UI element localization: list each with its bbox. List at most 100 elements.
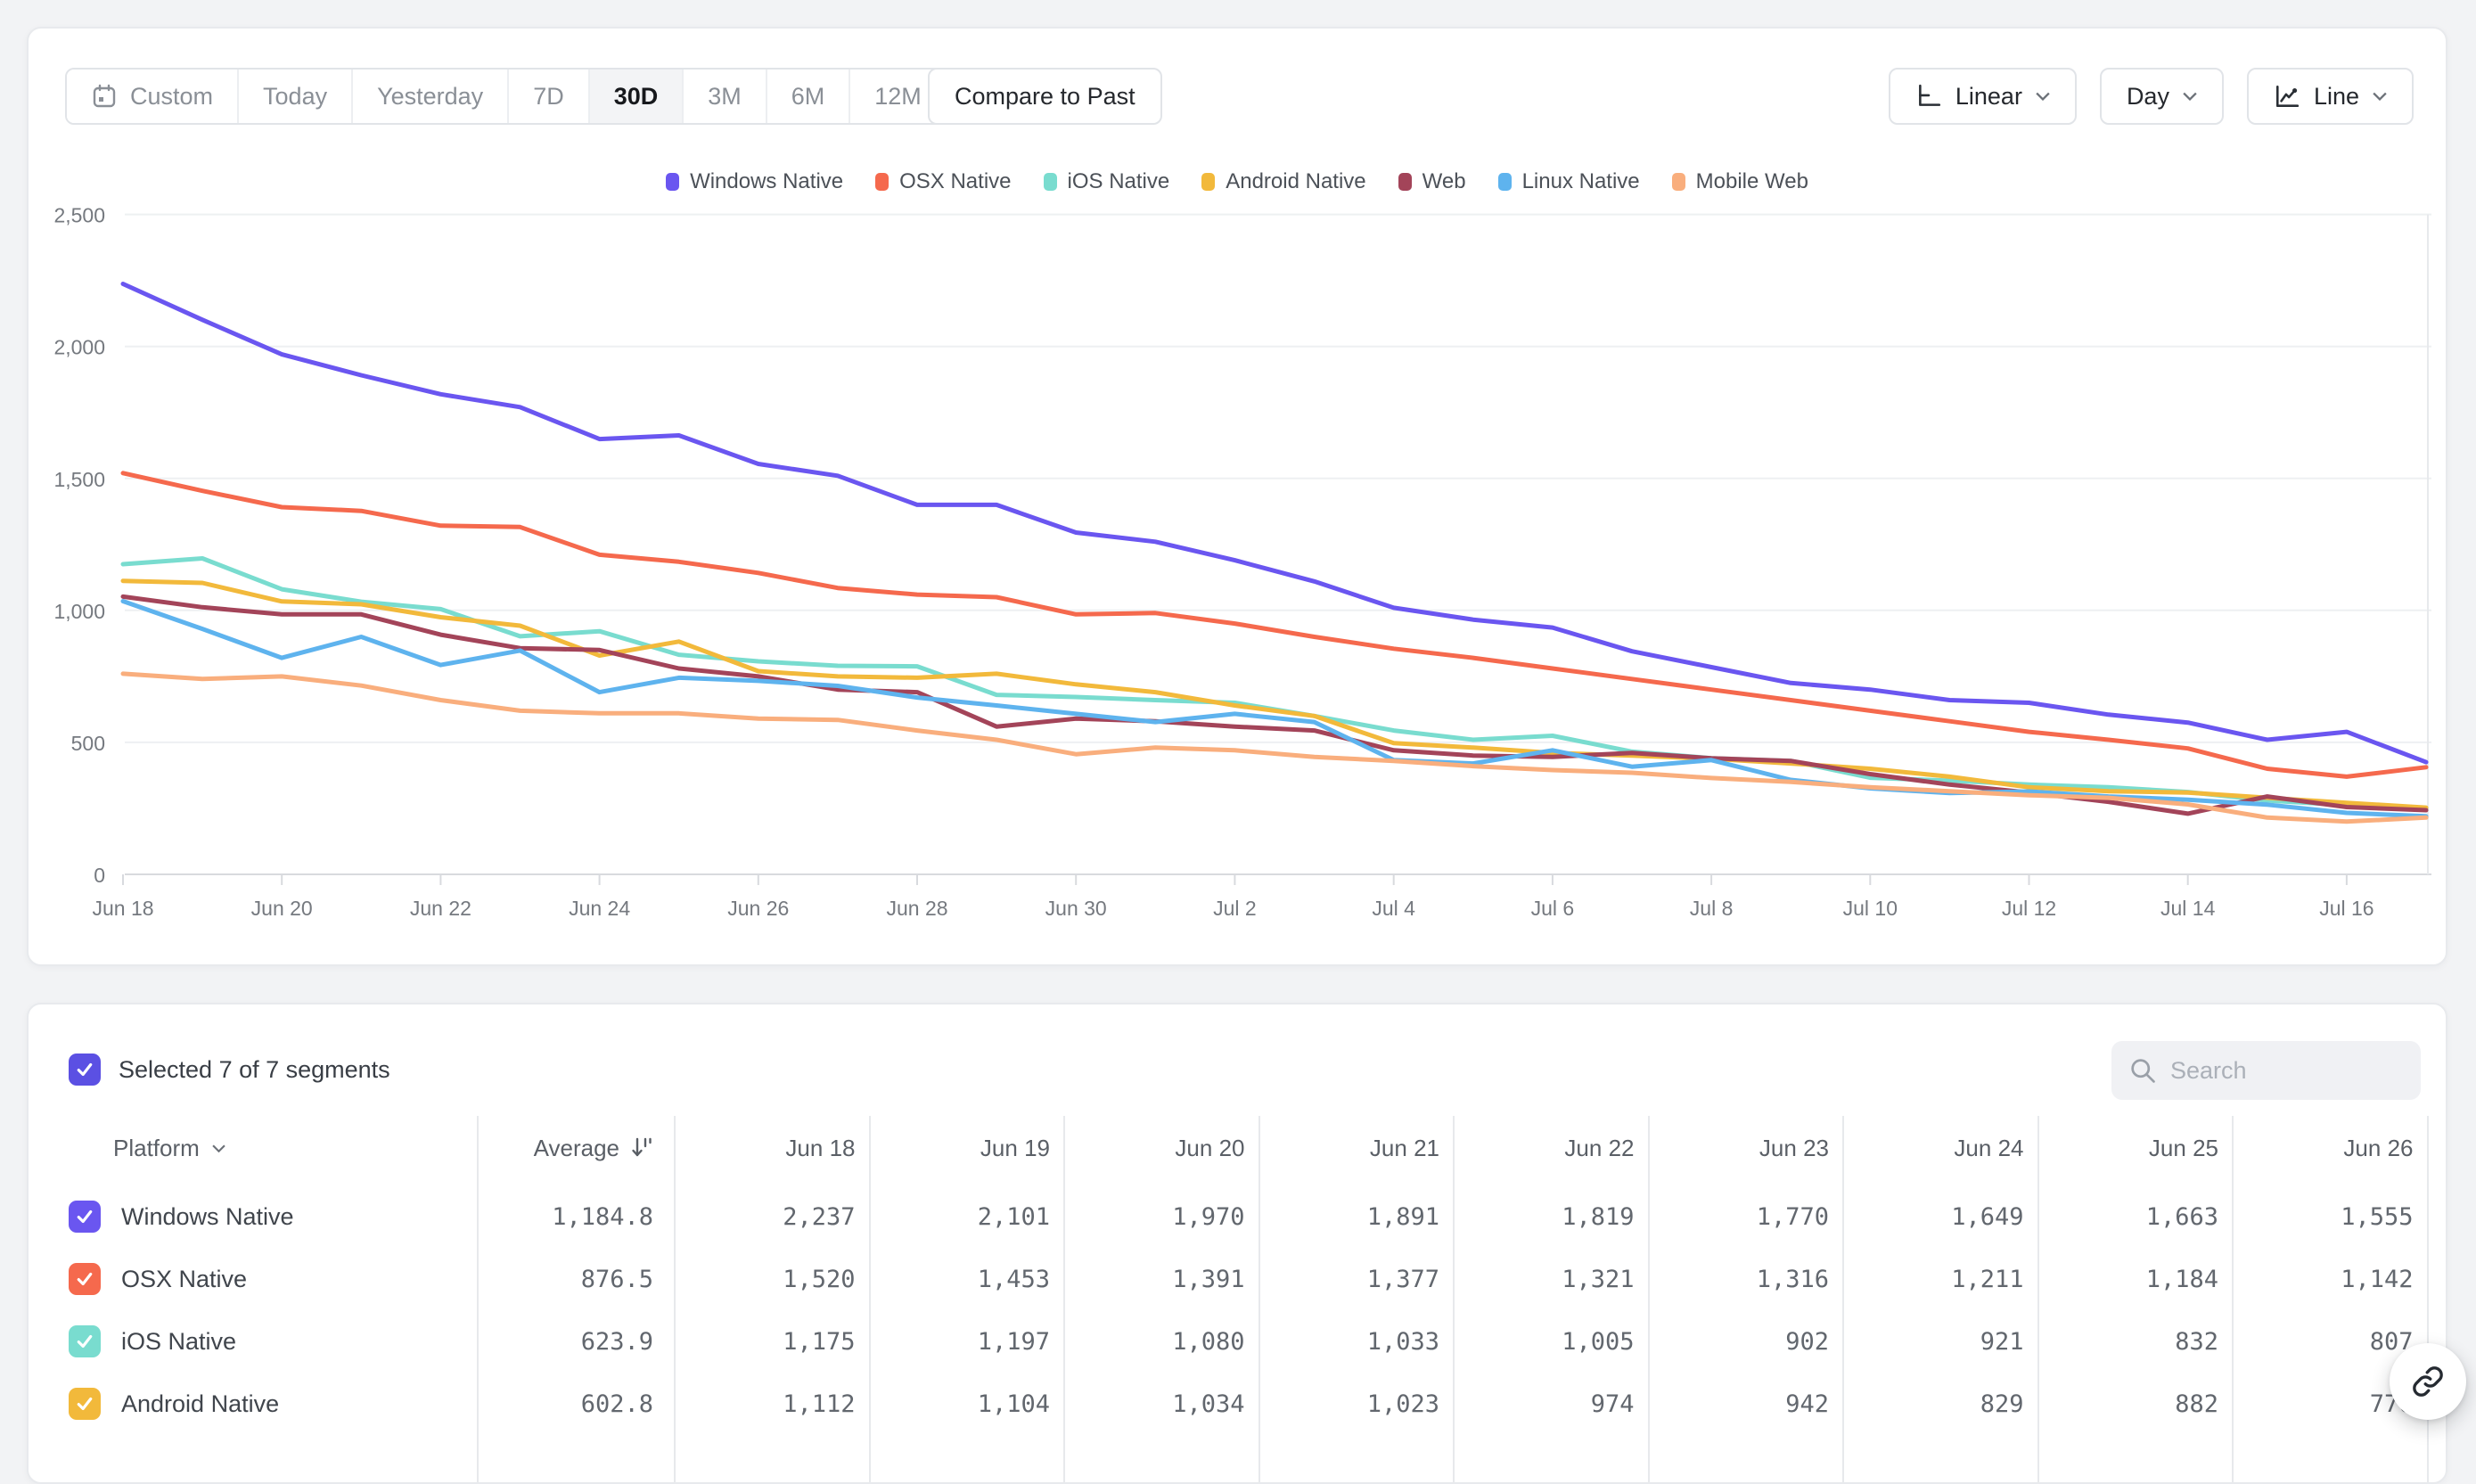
legend-item-osx-native[interactable]: OSX Native — [875, 169, 1011, 194]
date-column-header-jun-20[interactable]: Jun 20 — [1064, 1116, 1245, 1180]
platform-label: Android Native — [121, 1390, 279, 1418]
row-checkbox-android-native[interactable] — [69, 1388, 101, 1420]
share-link-fab[interactable] — [2390, 1343, 2466, 1420]
date-range-group: CustomTodayYesterday7D30D3M6M12M — [65, 68, 947, 125]
scale-dropdown[interactable]: Linear — [1889, 68, 2077, 125]
legend-item-android-native[interactable]: Android Native — [1201, 169, 1365, 194]
legend-item-linux-native[interactable]: Linux Native — [1498, 169, 1640, 194]
platform-header-label: Platform — [113, 1135, 200, 1162]
date-column-header-jun-21[interactable]: Jun 21 — [1259, 1116, 1440, 1180]
column-divider — [2427, 1116, 2429, 1482]
row-checkbox-windows-native[interactable] — [69, 1201, 101, 1233]
platform-label: OSX Native — [121, 1266, 247, 1293]
column-divider — [674, 1116, 676, 1482]
range-button-30d[interactable]: 30D — [588, 70, 683, 123]
date-column-header-jun-23[interactable]: Jun 23 — [1649, 1116, 1830, 1180]
date-value: 1,080 — [1064, 1310, 1245, 1373]
date-column-header-jun-26[interactable]: Jun 26 — [2233, 1116, 2414, 1180]
table-row-ios-native[interactable]: iOS Native623.91,1751,1971,0801,0331,005… — [29, 1310, 2446, 1373]
check-icon — [75, 1394, 94, 1414]
calendar-icon — [91, 83, 118, 110]
platform-column-header[interactable]: Platform — [113, 1116, 225, 1180]
granularity-label: Day — [2127, 83, 2169, 111]
legend-swatch — [1498, 173, 1512, 191]
date-value: 1,819 — [1454, 1185, 1635, 1248]
range-button-today[interactable]: Today — [237, 70, 351, 123]
range-label: 7D — [533, 83, 564, 111]
legend-label: Mobile Web — [1696, 169, 1808, 194]
range-label: Today — [263, 83, 327, 111]
segments-summary-label: Selected 7 of 7 segments — [119, 1056, 390, 1084]
date-value: 829 — [1843, 1373, 2024, 1435]
legend-label: iOS Native — [1068, 169, 1170, 194]
x-axis-tick-label: Jul 10 — [1843, 897, 1898, 920]
legend-item-ios-native[interactable]: iOS Native — [1044, 169, 1170, 194]
legend-item-mobile-web[interactable]: Mobile Web — [1672, 169, 1808, 194]
range-button-6m[interactable]: 6M — [766, 70, 849, 123]
average-header-label: Average — [534, 1135, 619, 1162]
chart-type-dropdown[interactable]: Line — [2247, 68, 2414, 125]
date-value: 1,649 — [1843, 1185, 2024, 1248]
legend-item-web[interactable]: Web — [1398, 169, 1466, 194]
search-input[interactable] — [2111, 1041, 2421, 1100]
chevron-down-icon — [2036, 92, 2050, 101]
range-button-7d[interactable]: 7D — [507, 70, 588, 123]
column-divider — [2232, 1116, 2234, 1482]
chart-controls: Linear Day Line — [1889, 68, 2414, 125]
platform-cell: OSX Native — [69, 1248, 247, 1310]
table-row-osx-native[interactable]: OSX Native876.51,5201,4531,3911,3771,321… — [29, 1248, 2446, 1310]
date-value: 1,770 — [1649, 1185, 1830, 1248]
x-axis-tick-label: Jul 14 — [2160, 897, 2216, 920]
select-all-checkbox[interactable] — [69, 1054, 101, 1086]
date-value: 1,142 — [2233, 1248, 2414, 1310]
x-axis-tick-label: Jul 8 — [1690, 897, 1734, 920]
date-column-header-jun-25[interactable]: Jun 25 — [2038, 1116, 2219, 1180]
x-axis-tick-label: Jun 26 — [727, 897, 789, 920]
granularity-dropdown[interactable]: Day — [2100, 68, 2224, 125]
range-button-custom[interactable]: Custom — [67, 70, 237, 123]
x-axis-tick-label: Jun 20 — [251, 897, 313, 920]
check-icon — [75, 1332, 94, 1351]
range-button-3m[interactable]: 3M — [682, 70, 766, 123]
column-divider — [1648, 1116, 1650, 1482]
series-line-linux-native — [123, 602, 2426, 816]
x-axis-tick-label: Jun 22 — [410, 897, 471, 920]
range-button-yesterday[interactable]: Yesterday — [351, 70, 507, 123]
chevron-down-icon — [212, 1144, 225, 1152]
average-column-header[interactable]: Average — [478, 1116, 655, 1180]
date-column-header-jun-24[interactable]: Jun 24 — [1843, 1116, 2024, 1180]
table-row-android-native[interactable]: Android Native602.81,1121,1041,0341,0239… — [29, 1373, 2446, 1435]
row-checkbox-ios-native[interactable] — [69, 1325, 101, 1357]
series-line-ios-native — [123, 559, 2426, 809]
line-chart-icon — [2274, 83, 2300, 110]
legend-swatch — [1398, 173, 1412, 191]
date-column-header-jun-18[interactable]: Jun 18 — [675, 1116, 856, 1180]
date-value: 1,377 — [1259, 1248, 1440, 1310]
date-value: 1,023 — [1259, 1373, 1440, 1435]
row-checkbox-osx-native[interactable] — [69, 1263, 101, 1295]
date-value: 882 — [2038, 1373, 2219, 1435]
series-line-android-native — [123, 581, 2426, 808]
table-row-windows-native[interactable]: Windows Native1,184.82,2372,1011,9701,89… — [29, 1185, 2446, 1248]
legend-label: Android Native — [1226, 169, 1365, 194]
legend-swatch — [875, 173, 889, 191]
date-value: 1,211 — [1843, 1248, 2024, 1310]
date-value: 921 — [1843, 1310, 2024, 1373]
chart-legend: Windows Native OSX Native iOS Native Androi… — [29, 169, 2446, 194]
date-column-header-jun-22[interactable]: Jun 22 — [1454, 1116, 1635, 1180]
average-value: 623.9 — [478, 1310, 653, 1373]
scale-label: Linear — [1955, 83, 2022, 111]
date-value: 1,970 — [1064, 1185, 1245, 1248]
table-header-row: Platform Average Jun 18Jun 19Jun 20Jun 2… — [29, 1116, 2446, 1180]
legend-item-windows-native[interactable]: Windows Native — [666, 169, 843, 194]
chart-type-label: Line — [2314, 83, 2359, 111]
y-axis-tick-label: 2,000 — [53, 336, 105, 359]
linear-scale-icon — [1915, 83, 1942, 110]
y-axis-tick-label: 0 — [94, 864, 105, 887]
date-column-header-jun-19[interactable]: Jun 19 — [870, 1116, 1051, 1180]
platform-label: iOS Native — [121, 1328, 236, 1356]
date-value: 1,663 — [2038, 1185, 2219, 1248]
date-value: 902 — [1649, 1310, 1830, 1373]
date-value: 1,034 — [1064, 1373, 1245, 1435]
compare-to-past-button[interactable]: Compare to Past — [928, 68, 1162, 125]
